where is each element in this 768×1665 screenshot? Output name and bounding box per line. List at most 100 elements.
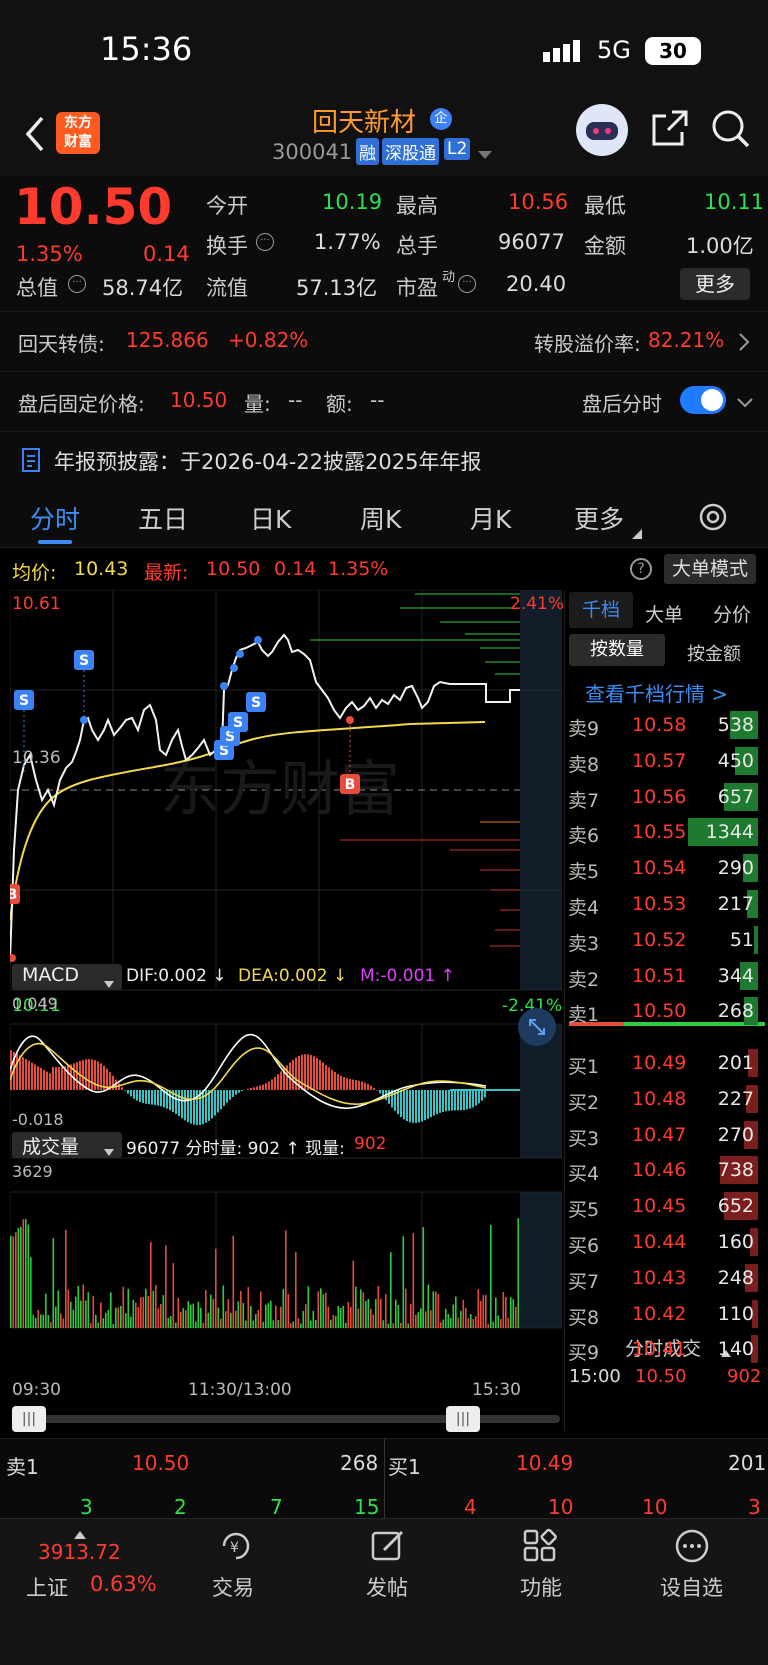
- tab-more[interactable]: 更多: [574, 500, 624, 536]
- big-order-mode-button[interactable]: 大单模式: [664, 554, 756, 584]
- bid-row[interactable]: 买8 10.42 110: [564, 1297, 768, 1333]
- volume-bar: [215, 1248, 217, 1328]
- ask-row[interactable]: 卖9 10.58 538: [564, 708, 768, 744]
- gear-icon[interactable]: [696, 500, 730, 538]
- help-icon[interactable]: ?: [630, 558, 652, 580]
- volume-bar: [467, 1318, 470, 1328]
- volume-bar: [90, 1323, 92, 1328]
- after-hours-toggle[interactable]: [680, 386, 726, 414]
- volume-bar: [490, 1224, 492, 1328]
- level-price: 10.48: [632, 1087, 687, 1110]
- watchlist-tab[interactable]: 设自选: [660, 1572, 723, 1602]
- level-label: 卖1: [568, 1004, 600, 1027]
- tab-daily-k[interactable]: 日K: [250, 500, 291, 536]
- macd-bar: [268, 1081, 270, 1090]
- trade-tab[interactable]: 交易: [212, 1572, 254, 1602]
- bid-row[interactable]: 买1 10.49 201: [564, 1046, 768, 1082]
- depth-tab-thousand[interactable]: 千档: [569, 592, 633, 628]
- bid-row[interactable]: 买4 10.46 738: [564, 1153, 768, 1189]
- macd-bar: [136, 1090, 138, 1101]
- field-label: 今开: [206, 194, 248, 218]
- volume-bar: [235, 1310, 237, 1328]
- level-volume: 160: [717, 1231, 754, 1253]
- info-icon[interactable]: ···: [458, 275, 476, 293]
- macd-bar: [223, 1090, 225, 1106]
- more-button[interactable]: 更多: [680, 268, 750, 300]
- volume-bar: [115, 1307, 117, 1328]
- bid-row[interactable]: 买9 10.41 140: [564, 1332, 768, 1368]
- ask-row[interactable]: 卖4 10.53 217: [564, 887, 768, 923]
- volume-bar: [407, 1323, 410, 1328]
- bid-row[interactable]: 买3 10.47 270: [564, 1118, 768, 1154]
- share-icon[interactable]: [650, 108, 690, 152]
- chevron-down-icon[interactable]: [736, 394, 754, 413]
- chevron-down-icon[interactable]: [478, 146, 492, 165]
- tab-monthly-k[interactable]: 月K: [470, 500, 511, 536]
- macd-bar: [157, 1090, 159, 1106]
- tag-connect: 深股通: [382, 138, 439, 165]
- bid-row[interactable]: 买6 10.44 160: [564, 1225, 768, 1261]
- field-label: 流值: [206, 276, 248, 300]
- volume-bar: [132, 1299, 135, 1328]
- post-tab[interactable]: 发帖: [366, 1572, 408, 1602]
- info-icon[interactable]: ···: [68, 275, 86, 293]
- search-icon[interactable]: [710, 108, 752, 154]
- volume-bar: [10, 1235, 12, 1328]
- volume-bar: [82, 1284, 85, 1328]
- volume-bar: [370, 1308, 372, 1328]
- more-dots-icon[interactable]: [674, 1528, 710, 1568]
- level-volume: 270: [717, 1123, 754, 1146]
- ask-row[interactable]: 卖8 10.57 450: [564, 744, 768, 780]
- ask-row[interactable]: 卖6 10.55 1344: [564, 815, 768, 851]
- tab-five-day[interactable]: 五日: [138, 500, 188, 536]
- by-quantity-button[interactable]: 按数量: [569, 634, 665, 666]
- volume-bar: [225, 1311, 227, 1328]
- strip-sell-price: 10.50: [132, 1451, 190, 1475]
- volume-bar: [35, 1317, 37, 1328]
- level-label: 买1: [568, 1056, 600, 1078]
- expand-icon[interactable]: [518, 1008, 556, 1046]
- info-icon[interactable]: ···: [256, 233, 274, 251]
- ask-row[interactable]: 卖5 10.54 290: [564, 851, 768, 887]
- ask-row[interactable]: 卖1 10.50 268: [564, 994, 768, 1030]
- robot-assistant-icon[interactable]: [576, 104, 628, 156]
- grid-function-icon[interactable]: [522, 1528, 558, 1568]
- tag-l2: L2: [444, 138, 471, 160]
- range-handle-left[interactable]: |||: [12, 1406, 46, 1432]
- index-value[interactable]: 3913.72: [38, 1540, 121, 1564]
- macd-bar: [439, 1090, 441, 1113]
- logo-text-1: 东方: [64, 115, 92, 131]
- tab-intraday[interactable]: 分时: [30, 500, 80, 536]
- bid-row[interactable]: 买5 10.45 652: [564, 1189, 768, 1225]
- back-icon[interactable]: [20, 114, 50, 154]
- bid-row[interactable]: 买7 10.43 248: [564, 1261, 768, 1297]
- thousand-depth-link[interactable]: 查看千档行情 >: [585, 678, 728, 707]
- volume-bar: [340, 1308, 342, 1328]
- level-volume: 657: [717, 785, 754, 808]
- volume-bar: [352, 1260, 355, 1328]
- volume-bar: [195, 1321, 197, 1328]
- macd-bar: [430, 1090, 432, 1118]
- range-handle-right[interactable]: |||: [446, 1406, 480, 1432]
- volume-bar: [230, 1312, 232, 1328]
- macd-bar: [256, 1086, 258, 1090]
- network-label: 5G: [597, 36, 631, 64]
- volume-bar: [505, 1296, 507, 1328]
- volume-bar: [205, 1289, 207, 1328]
- edit-post-icon[interactable]: [370, 1528, 406, 1568]
- function-tab[interactable]: 功能: [520, 1572, 562, 1602]
- ask-row[interactable]: 卖3 10.52 51: [564, 923, 768, 959]
- depth-tab-big-order[interactable]: 大单: [645, 600, 683, 627]
- convertible-bond-row[interactable]: 回天转债: 125.866 +0.82% 转股溢价率: 82.21%: [0, 311, 768, 371]
- ask-row[interactable]: 卖2 10.51 344: [564, 959, 768, 995]
- annual-report-notice[interactable]: 年报预披露：于2026-04-22披露2025年年报: [0, 431, 768, 488]
- level-label: 卖7: [568, 789, 600, 812]
- yen-exchange-icon[interactable]: ¥: [218, 1528, 254, 1568]
- ask-row[interactable]: 卖7 10.56 657: [564, 780, 768, 816]
- stock-name[interactable]: 回天新材: [312, 102, 416, 139]
- bid-row[interactable]: 买2 10.48 227: [564, 1082, 768, 1118]
- strip-buy-label: 买1: [388, 1455, 421, 1479]
- tab-weekly-k[interactable]: 周K: [360, 500, 401, 536]
- by-amount-button[interactable]: 按金额: [687, 640, 741, 666]
- depth-tab-price[interactable]: 分价: [713, 600, 751, 627]
